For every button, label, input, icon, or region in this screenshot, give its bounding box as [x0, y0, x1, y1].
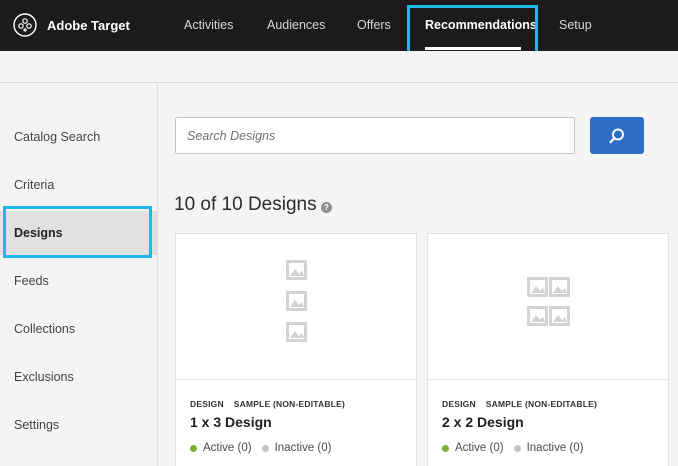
- top-nav-bar: Adobe Target Activities Audiences Offers…: [0, 0, 678, 51]
- brand[interactable]: Adobe Target: [13, 12, 130, 38]
- design-card[interactable]: DESIGN SAMPLE (NON-EDITABLE) 1 x 3 Design…: [175, 233, 417, 466]
- design-name[interactable]: 1 x 3 Design: [190, 414, 272, 430]
- sidebar-item-exclusions[interactable]: Exclusions: [0, 355, 157, 399]
- active-count: Active (0): [203, 442, 252, 454]
- design-status: Active (0) Inactive (0): [442, 442, 583, 454]
- active-status-dot: [442, 444, 449, 452]
- nav-recommendations[interactable]: Recommendations: [425, 0, 537, 51]
- design-thumbnail: [176, 234, 416, 380]
- image-placeholder-icon: [286, 260, 307, 342]
- sidebar-item-feeds[interactable]: Feeds: [0, 259, 157, 303]
- inactive-count: Inactive (0): [274, 442, 332, 454]
- search-input[interactable]: [175, 117, 575, 154]
- design-status: Active (0) Inactive (0): [190, 442, 331, 454]
- sidebar-item-collections[interactable]: Collections: [0, 307, 157, 351]
- design-meta: DESIGN SAMPLE (NON-EDITABLE): [442, 399, 607, 409]
- inactive-count: Inactive (0): [526, 442, 584, 454]
- designs-count-title: 10 of 10 Designs: [174, 194, 317, 215]
- inactive-status-dot: [513, 444, 521, 452]
- design-type-label: DESIGN: [190, 399, 224, 409]
- sample-label: SAMPLE (NON-EDITABLE): [485, 399, 598, 409]
- adobe-target-logo-icon: [13, 13, 37, 37]
- main-content: 10 of 10 Designs ?: [159, 84, 678, 466]
- search-button[interactable]: [590, 117, 644, 154]
- sidebar-item-criteria[interactable]: Criteria: [0, 163, 157, 207]
- nav-activities[interactable]: Activities: [184, 0, 233, 51]
- nav-offers[interactable]: Offers: [357, 0, 391, 51]
- sidebar-item-catalog-search[interactable]: Catalog Search: [0, 115, 157, 159]
- inactive-status-dot: [261, 444, 269, 452]
- design-thumbnail: [428, 234, 668, 380]
- sidebar-item-settings[interactable]: Settings: [0, 403, 157, 447]
- sample-label: SAMPLE (NON-EDITABLE): [233, 399, 346, 409]
- design-name[interactable]: 2 x 2 Design: [442, 414, 524, 430]
- sidebar: Catalog Search Criteria Designs Feeds Co…: [0, 84, 158, 466]
- sidebar-item-designs[interactable]: Designs: [0, 211, 157, 255]
- question-icon[interactable]: ?: [321, 202, 332, 213]
- sub-header-bar: [0, 51, 678, 83]
- app-name: Adobe Target: [47, 17, 130, 33]
- search-icon: [609, 128, 624, 143]
- design-card[interactable]: DESIGN SAMPLE (NON-EDITABLE) 2 x 2 Design…: [427, 233, 669, 466]
- image-placeholder-icon: [527, 277, 570, 326]
- nav-setup[interactable]: Setup: [559, 0, 592, 51]
- active-count: Active (0): [455, 442, 504, 454]
- nav-audiences[interactable]: Audiences: [267, 0, 325, 51]
- nav-active-indicator: [425, 47, 521, 50]
- design-meta: DESIGN SAMPLE (NON-EDITABLE): [190, 399, 355, 409]
- active-status-dot: [190, 444, 197, 452]
- design-type-label: DESIGN: [442, 399, 476, 409]
